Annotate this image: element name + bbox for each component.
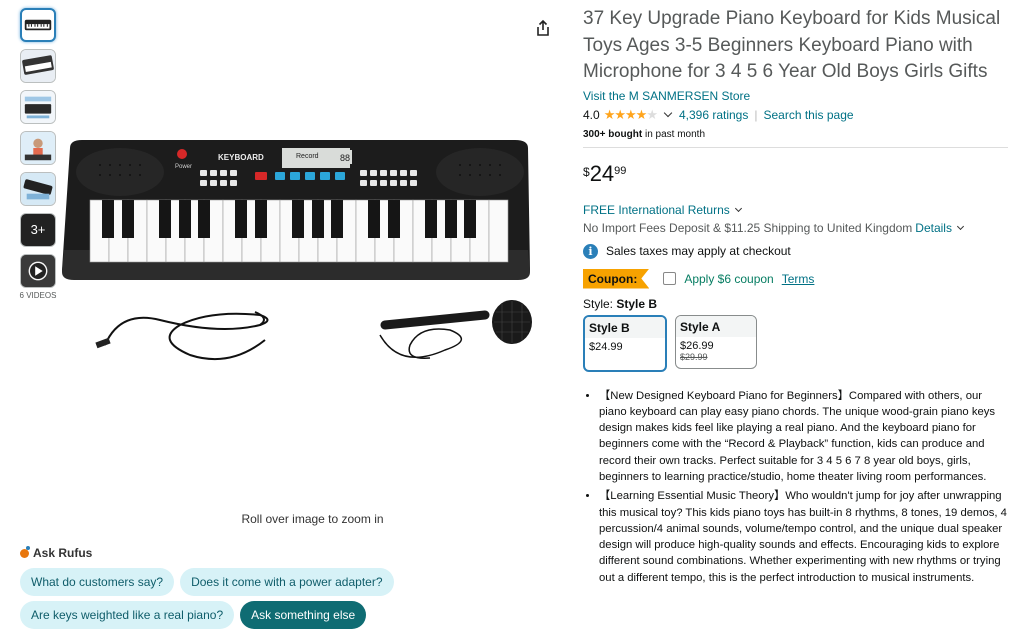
style-option-name: Style A <box>676 315 756 337</box>
coupon-text[interactable]: Apply $6 coupon <box>684 272 773 286</box>
thumbnail-strip: 3+ 6 VIDEOS <box>20 8 58 300</box>
style-selected: Style B <box>616 296 658 311</box>
rufus-panel: Ask Rufus What do customers say? Does it… <box>20 545 394 632</box>
rating-value: 4.0 <box>583 107 600 122</box>
price: $ 24 99 <box>583 160 1008 186</box>
share-icon <box>537 19 549 36</box>
rating-row: 4.0 ★★★★★ 4,396 ratings | Search this pa… <box>583 107 1008 123</box>
share-button[interactable] <box>533 18 553 38</box>
power-label: Power <box>175 164 192 170</box>
coupon-badge: Coupon: <box>583 268 650 289</box>
coupon-checkbox[interactable] <box>663 272 677 285</box>
rufus-question-power-adapter[interactable]: Does it come with a power adapter? <box>180 568 394 596</box>
bought-suffix: in past month <box>642 128 705 140</box>
bought-count: 300+ bought <box>583 128 643 140</box>
chevron-down-icon[interactable] <box>956 222 965 230</box>
style-options: Style B $24.99 Style A $26.99 $29.99 <box>583 314 1008 372</box>
videos-caption: 6 VIDEOS <box>19 291 57 300</box>
coupon-terms-link[interactable]: Terms <box>782 272 815 286</box>
thumbnail-more[interactable]: 3+ <box>20 213 56 247</box>
style-option-a[interactable]: Style A $26.99 $29.99 <box>675 314 757 369</box>
separator: | <box>754 107 758 122</box>
tax-note-text: Sales taxes may apply at checkout <box>606 244 791 258</box>
rufus-title: Ask Rufus <box>20 545 394 560</box>
chevron-down-icon[interactable] <box>663 108 673 118</box>
play-icon <box>21 255 55 287</box>
feature-bullet: 【Learning Essential Music Theory】Who wou… <box>599 488 1008 586</box>
rufus-ask-something-else[interactable]: Ask something else <box>240 601 367 629</box>
style-option-old-price: $29.99 <box>680 351 708 362</box>
style-option-price: $26.99 <box>680 339 714 352</box>
returns-link[interactable]: FREE International Returns <box>583 203 1008 217</box>
thumbnail-4[interactable] <box>20 131 56 165</box>
thumbnail-2[interactable] <box>20 49 56 83</box>
store-link[interactable]: Visit the M SANMERSEN Store <box>583 89 1008 103</box>
thumbnail-5[interactable] <box>20 172 56 206</box>
rufus-title-text: Ask Rufus <box>33 546 93 560</box>
style-option-price: $24.99 <box>589 340 623 353</box>
product-title: 37 Key Upgrade Piano Keyboard for Kids M… <box>583 8 1001 82</box>
shipping-details-link[interactable]: Details <box>915 221 952 235</box>
coupon-row: Coupon: Apply $6 coupon Terms <box>583 268 1008 289</box>
thumbnail-3[interactable] <box>20 90 56 124</box>
rufus-question-weighted-keys[interactable]: Are keys weighted like a real piano? <box>20 601 235 629</box>
feature-bullets: 【New Designed Keyboard Piano for Beginne… <box>583 388 1008 587</box>
style-option-b[interactable]: Style B $24.99 <box>583 314 667 372</box>
shipping-text: No Import Fees Deposit & $11.25 Shipping… <box>583 220 913 235</box>
ratings-count-link[interactable]: 4,396 ratings <box>679 108 748 122</box>
star-rating-icon[interactable]: ★★★★★ <box>604 107 658 123</box>
info-icon: i <box>583 243 598 259</box>
bought-in-past-month: 300+ bought in past month <box>583 129 1008 140</box>
main-product-image[interactable]: Power KEYBOARD Record 88 <box>60 140 540 380</box>
style-label: Style: Style B <box>583 297 1008 311</box>
thumbnail-1[interactable] <box>20 8 56 42</box>
search-this-page-link[interactable]: Search this page <box>763 108 853 122</box>
style-option-name: Style B <box>585 316 665 338</box>
zoom-hint: Roll over image to zoom in <box>241 512 384 526</box>
price-fraction: 99 <box>614 164 627 177</box>
record-label: Record <box>296 153 319 160</box>
keyboard-illustration: Power KEYBOARD Record 88 <box>62 140 532 361</box>
shipping-info: No Import Fees Deposit & $11.25 Shipping… <box>583 221 1008 235</box>
rufus-question-customers[interactable]: What do customers say? <box>20 568 175 596</box>
tax-note: i Sales taxes may apply at checkout <box>583 243 1008 259</box>
feature-bullet: 【New Designed Keyboard Piano for Beginne… <box>599 388 1008 486</box>
more-images-badge: 3+ <box>30 222 46 237</box>
divider <box>583 146 1008 148</box>
rufus-icon <box>20 545 30 558</box>
price-symbol: $ <box>583 164 590 179</box>
price-whole: 24 <box>589 160 615 186</box>
product-details: 37 Key Upgrade Piano Keyboard for Kids M… <box>583 6 1008 589</box>
thumbnail-video[interactable] <box>20 254 56 288</box>
chevron-down-icon <box>734 204 742 212</box>
brand-label: KEYBOARD <box>218 153 264 162</box>
display-digits: 88 <box>340 153 350 163</box>
style-label-prefix: Style: <box>583 296 617 311</box>
returns-text: FREE International Returns <box>583 202 730 217</box>
